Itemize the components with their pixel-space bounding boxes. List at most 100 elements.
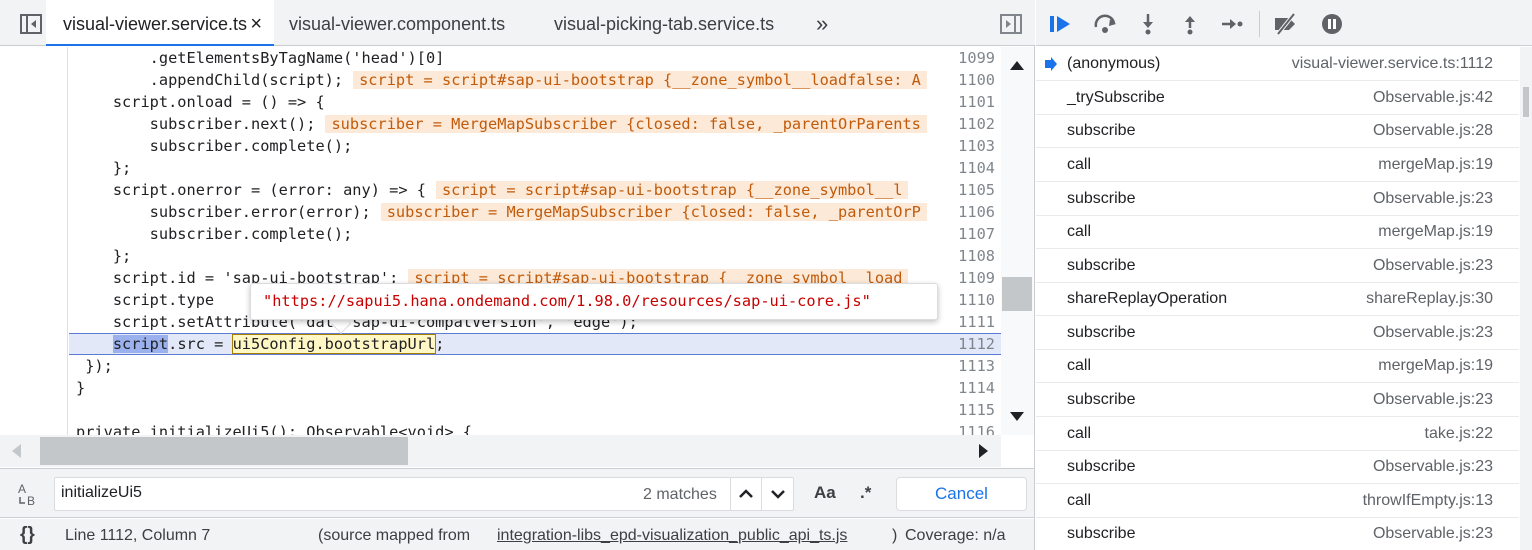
hovered-expression[interactable]: ui5Config.bootstrapUrl	[231, 334, 437, 354]
frame-location: Observable.js:23	[1372, 190, 1493, 207]
line-number[interactable]: 1102	[935, 113, 995, 135]
call-stack-list: (anonymous) visual-viewer.service.ts:111…	[1036, 47, 1519, 550]
call-frame[interactable]: _trySubscribe Observable.js:42	[1036, 81, 1519, 115]
call-frame[interactable]: call take.js:22	[1036, 417, 1519, 451]
tab-label: visual-picking-tab.service.ts	[554, 14, 775, 34]
match-case-button[interactable]: Aa	[814, 483, 836, 503]
step-into-button[interactable]	[1136, 13, 1160, 35]
code-line: subscriber.complete();	[76, 135, 353, 157]
highlighted-identifier: script	[112, 335, 169, 353]
code-text: script.onerror = (error: any) => {	[94, 181, 426, 199]
toggle-debugger-sidebar-icon[interactable]	[1000, 14, 1022, 34]
tab-overflow-button[interactable]: »	[816, 0, 828, 46]
toggle-navigator-icon[interactable]	[20, 14, 42, 34]
code-text: subscriber.error(error);	[112, 203, 371, 221]
replace-toggle-icon[interactable]: AB	[16, 481, 42, 508]
call-frame[interactable]: subscribe Observable.js:23	[1036, 249, 1519, 283]
cursor-position: Line 1112, Column 7	[65, 527, 211, 544]
line-number[interactable]: 1116	[935, 421, 995, 435]
step-out-button[interactable]	[1178, 13, 1202, 35]
scroll-left-arrow-icon[interactable]	[12, 444, 21, 458]
code-text: private initializeUi5(): Observable<void…	[76, 423, 473, 435]
line-number[interactable]: 1100	[935, 69, 995, 91]
code-text: };	[94, 159, 132, 177]
resume-button[interactable]	[1048, 13, 1072, 35]
code-line: .getElementsByTagName('head')[0]	[76, 47, 445, 69]
scroll-up-arrow-icon[interactable]	[1010, 61, 1024, 70]
line-number[interactable]: 1113	[935, 355, 995, 377]
call-frame[interactable]: shareReplayOperation shareReplay.js:30	[1036, 282, 1519, 316]
line-number[interactable]: 1112	[935, 333, 995, 355]
deactivate-breakpoints-icon	[1275, 12, 1296, 36]
line-number[interactable]: 1110	[935, 289, 995, 311]
code-line: });	[76, 355, 113, 377]
deactivate-breakpoints-button[interactable]	[1272, 12, 1300, 36]
tab-visual-picking-tab-service[interactable]: visual-picking-tab.service.ts	[554, 0, 774, 46]
horizontal-scrollbar[interactable]	[0, 435, 1001, 467]
horizontal-scroll-thumb[interactable]	[40, 437, 408, 465]
pause-on-exceptions-button[interactable]	[1320, 13, 1344, 35]
call-frame[interactable]: subscribe Observable.js:23	[1036, 517, 1519, 550]
call-stack-scroll-thumb[interactable]	[1523, 87, 1529, 117]
call-frame[interactable]: call throwIfEmpty.js:13	[1036, 484, 1519, 518]
regex-button[interactable]: .*	[860, 483, 871, 503]
source-map-link[interactable]: integration-libs_epd-visualization_publi…	[497, 527, 847, 545]
line-number[interactable]: 1109	[935, 267, 995, 289]
code-line: }	[76, 377, 85, 399]
call-frame[interactable]: subscribe Observable.js:28	[1036, 114, 1519, 148]
call-frame[interactable]: subscribe Observable.js:23	[1036, 383, 1519, 417]
frame-location: Observable.js:23	[1372, 525, 1493, 542]
call-frame[interactable]: subscribe Observable.js:23	[1036, 450, 1519, 484]
line-number[interactable]: 1108	[935, 245, 995, 267]
line-number[interactable]: 1115	[935, 399, 995, 421]
line-number[interactable]: 1105	[935, 179, 995, 201]
current-frame-arrow-icon	[1044, 57, 1058, 76]
code-line: };	[76, 157, 131, 179]
tab-visual-viewer-component[interactable]: visual-viewer.component.ts	[289, 0, 505, 46]
code-text: subscriber.next();	[112, 115, 316, 133]
code-line: .appendChild(script); script = script#sap…	[76, 69, 927, 91]
scroll-down-arrow-icon[interactable]	[1010, 412, 1024, 421]
code-text: .appendChild(script);	[112, 71, 344, 89]
call-frame[interactable]: call mergeMap.js:19	[1036, 148, 1519, 182]
line-number[interactable]: 1104	[935, 157, 995, 179]
search-input[interactable]	[61, 484, 621, 502]
line-number[interactable]: 1103	[935, 135, 995, 157]
code-editor[interactable]: 1099 1100 1101 1102 1103 1104 1105 1106 …	[0, 47, 1001, 435]
line-number[interactable]: 1106	[935, 201, 995, 223]
pretty-print-button[interactable]: {}	[20, 524, 35, 546]
close-tab-icon[interactable]: ×	[250, 0, 262, 48]
call-stack-scrollbar[interactable]	[1520, 47, 1532, 550]
call-frame[interactable]: subscribe Observable.js:23	[1036, 182, 1519, 216]
line-number[interactable]: 1114	[935, 377, 995, 399]
vertical-scroll-thumb[interactable]	[1002, 277, 1032, 311]
frame-function: subscribe	[1067, 458, 1136, 475]
step-button[interactable]	[1220, 13, 1244, 35]
next-match-button[interactable]	[761, 478, 793, 510]
frame-function: call	[1067, 425, 1092, 442]
line-number[interactable]: 1101	[935, 91, 995, 113]
cancel-button[interactable]: Cancel	[896, 477, 1027, 511]
step-over-icon	[1094, 14, 1116, 33]
svg-text:A: A	[18, 482, 26, 496]
code-text: script.type	[94, 291, 215, 309]
line-number[interactable]: 1099	[935, 47, 995, 69]
scroll-right-arrow-icon[interactable]	[979, 444, 988, 458]
frame-location: take.js:22	[1424, 425, 1493, 442]
call-frame[interactable]: (anonymous) visual-viewer.service.ts:111…	[1036, 47, 1519, 81]
vertical-scrollbar[interactable]	[1001, 47, 1034, 435]
previous-match-button[interactable]	[730, 478, 760, 510]
step-out-icon	[1185, 16, 1195, 35]
line-number[interactable]: 1107	[935, 223, 995, 245]
frame-location: visual-viewer.service.ts:1112	[1291, 55, 1493, 72]
chevron-down-icon	[771, 490, 785, 499]
call-frame[interactable]: call mergeMap.js:19	[1036, 349, 1519, 383]
code-line: subscriber.next(); subscriber = MergeMapS…	[76, 113, 927, 135]
call-frame[interactable]: subscribe Observable.js:23	[1036, 316, 1519, 350]
step-over-button[interactable]	[1092, 13, 1120, 35]
call-frame[interactable]: call mergeMap.js:19	[1036, 215, 1519, 249]
code-text: script.onload = () => {	[94, 93, 325, 111]
inline-value: script = script#sap-ui-bootstrap {__zone…	[353, 71, 927, 89]
tab-visual-viewer-service[interactable]: visual-viewer.service.ts ×	[46, 0, 274, 46]
line-number[interactable]: 1111	[935, 311, 995, 333]
